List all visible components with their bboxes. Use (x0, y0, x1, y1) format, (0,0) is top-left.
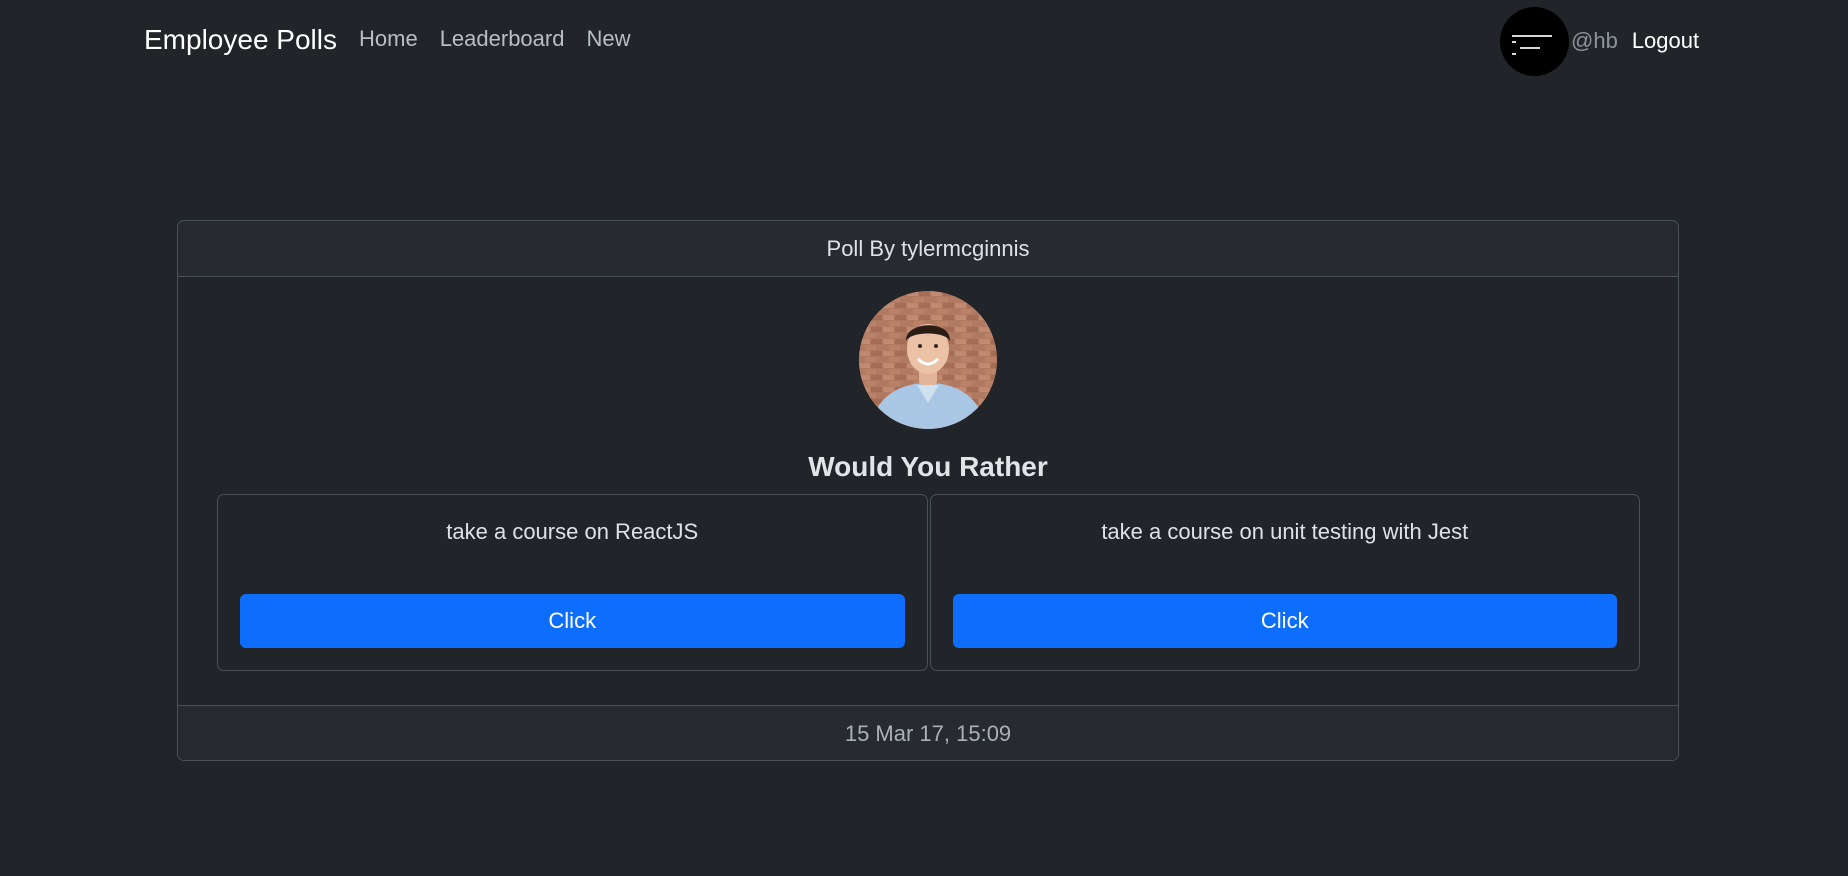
poll-options: take a course on ReactJS Click take a co… (217, 494, 1640, 671)
poll-body: Would You Rather take a course on ReactJ… (178, 277, 1678, 705)
option-one-button[interactable]: Click (240, 594, 905, 648)
user-avatar (1500, 6, 1569, 76)
brand-link[interactable]: Employee Polls (144, 24, 337, 56)
poll-header: Poll By tylermcginnis (178, 221, 1678, 277)
question-title: Would You Rather (808, 451, 1048, 482)
user-area: @hb Logout (1500, 6, 1699, 76)
option-one: take a course on ReactJS Click (217, 494, 928, 671)
nav-link-leaderboard[interactable]: Leaderboard (440, 26, 565, 52)
poll-timestamp: 15 Mar 17, 15:09 (178, 705, 1678, 760)
option-two: take a course on unit testing with Jest … (929, 494, 1640, 671)
author-avatar (859, 291, 997, 429)
author-photo (859, 291, 997, 429)
logout-button[interactable]: Logout (1632, 28, 1699, 54)
poll-card: Poll By tylermcginnis Would You Rather t… (177, 220, 1679, 761)
option-one-text: take a course on ReactJS (446, 519, 699, 544)
nav-link-new[interactable]: New (586, 26, 630, 52)
option-two-button[interactable]: Click (952, 594, 1617, 648)
nav-links: Home Leaderboard New (359, 26, 630, 52)
nav-link-home[interactable]: Home (359, 26, 418, 52)
navbar: Employee Polls Home Leaderboard New @hb … (0, 0, 1848, 82)
user-handle: @hb (1571, 28, 1618, 53)
option-two-text: take a course on unit testing with Jest (1101, 519, 1469, 544)
